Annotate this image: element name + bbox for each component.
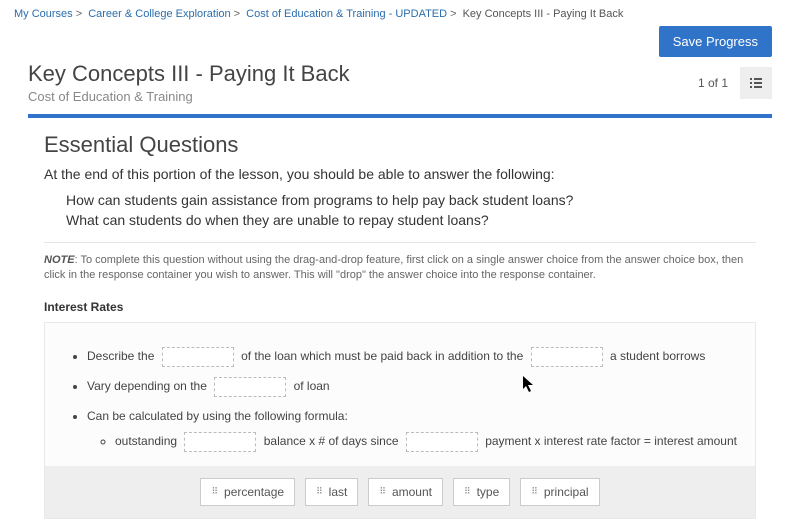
crumb-current: Key Concepts III - Paying It Back — [463, 8, 624, 20]
crumb-career-college[interactable]: Career & College Exploration — [88, 8, 230, 20]
drop-slot-1[interactable] — [162, 347, 234, 367]
choice-type[interactable]: ⠿type — [453, 478, 510, 506]
crumb-cost-education[interactable]: Cost of Education & Training - UPDATED — [246, 8, 447, 20]
pager: 1 of 1 — [698, 76, 728, 90]
grip-icon: ⠿ — [211, 486, 219, 497]
choice-last[interactable]: ⠿last — [305, 478, 358, 506]
drop-slot-4[interactable] — [184, 432, 256, 452]
grip-icon: ⠿ — [531, 486, 539, 497]
crumb-my-courses[interactable]: My Courses — [14, 8, 73, 20]
question-box: Describe the of the loan which must be p… — [44, 322, 756, 519]
choice-percentage[interactable]: ⠿percentage — [200, 478, 295, 506]
drop-slot-3[interactable] — [214, 377, 286, 397]
essential-q2: What can students do when they are unabl… — [66, 212, 756, 228]
page-title: Key Concepts III - Paying It Back — [28, 61, 698, 87]
bullet-2: Vary depending on the of loan — [87, 377, 737, 397]
save-progress-button[interactable]: Save Progress — [659, 26, 772, 57]
choice-principal[interactable]: ⠿principal — [520, 478, 599, 506]
bullet-3-sub: outstanding balance x # of days since pa… — [115, 432, 737, 452]
essential-questions-heading: Essential Questions — [44, 132, 756, 158]
bullet-3: Can be calculated by using the following… — [87, 407, 737, 452]
grip-icon: ⠿ — [464, 486, 472, 497]
instruction-note: NOTE: To complete this question without … — [44, 253, 756, 284]
drop-slot-2[interactable] — [531, 347, 603, 367]
drop-slot-5[interactable] — [406, 432, 478, 452]
divider — [44, 242, 756, 243]
page-subtitle: Cost of Education & Training — [28, 89, 698, 104]
title-divider — [28, 114, 772, 118]
answer-choice-bar: ⠿percentage ⠿last ⠿amount ⠿type ⠿princip… — [45, 466, 755, 518]
breadcrumb: My Courses> Career & College Exploration… — [0, 0, 800, 24]
bullet-1: Describe the of the loan which must be p… — [87, 347, 737, 367]
essential-q1: How can students gain assistance from pr… — [66, 192, 756, 208]
list-icon — [748, 75, 764, 91]
section-title: Interest Rates — [44, 300, 756, 314]
essential-lead: At the end of this portion of the lesson… — [44, 166, 756, 182]
grip-icon: ⠿ — [316, 486, 324, 497]
grip-icon: ⠿ — [379, 486, 387, 497]
choice-amount[interactable]: ⠿amount — [368, 478, 443, 506]
toc-button[interactable] — [740, 67, 772, 99]
